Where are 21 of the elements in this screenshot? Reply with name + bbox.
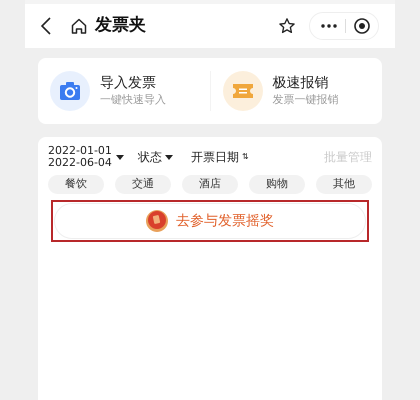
- caret-icon: [116, 154, 124, 160]
- home-icon[interactable]: [71, 18, 87, 34]
- sort-button[interactable]: 开票日期 ⇅: [190, 148, 249, 166]
- caret-icon: [164, 154, 173, 160]
- category-chip[interactable]: 酒店: [182, 175, 238, 194]
- date-range-dropdown[interactable]: 2022-01-01 2022-06-04: [48, 145, 124, 169]
- more-icon[interactable]: [321, 24, 337, 28]
- action-title[interactable]: 导入发票: [100, 74, 166, 92]
- camera-icon: [50, 71, 90, 111]
- category-chip[interactable]: 其他: [316, 175, 372, 194]
- lottery-button[interactable]: 去参与发票摇奖: [54, 203, 366, 239]
- action-subtitle: 一键快速导入: [100, 92, 166, 108]
- action-title[interactable]: 极速报销: [272, 74, 338, 92]
- status-dropdown[interactable]: 状态: [138, 148, 173, 166]
- category-chip[interactable]: 交通: [115, 175, 171, 194]
- category-chip[interactable]: 餐饮: [48, 175, 104, 194]
- page-title: 发票夹: [95, 14, 146, 38]
- action-subtitle: 发票一键报销: [272, 92, 338, 108]
- back-icon[interactable]: [41, 17, 51, 35]
- category-chip[interactable]: 购物: [249, 175, 305, 194]
- ticket-icon: [222, 71, 262, 111]
